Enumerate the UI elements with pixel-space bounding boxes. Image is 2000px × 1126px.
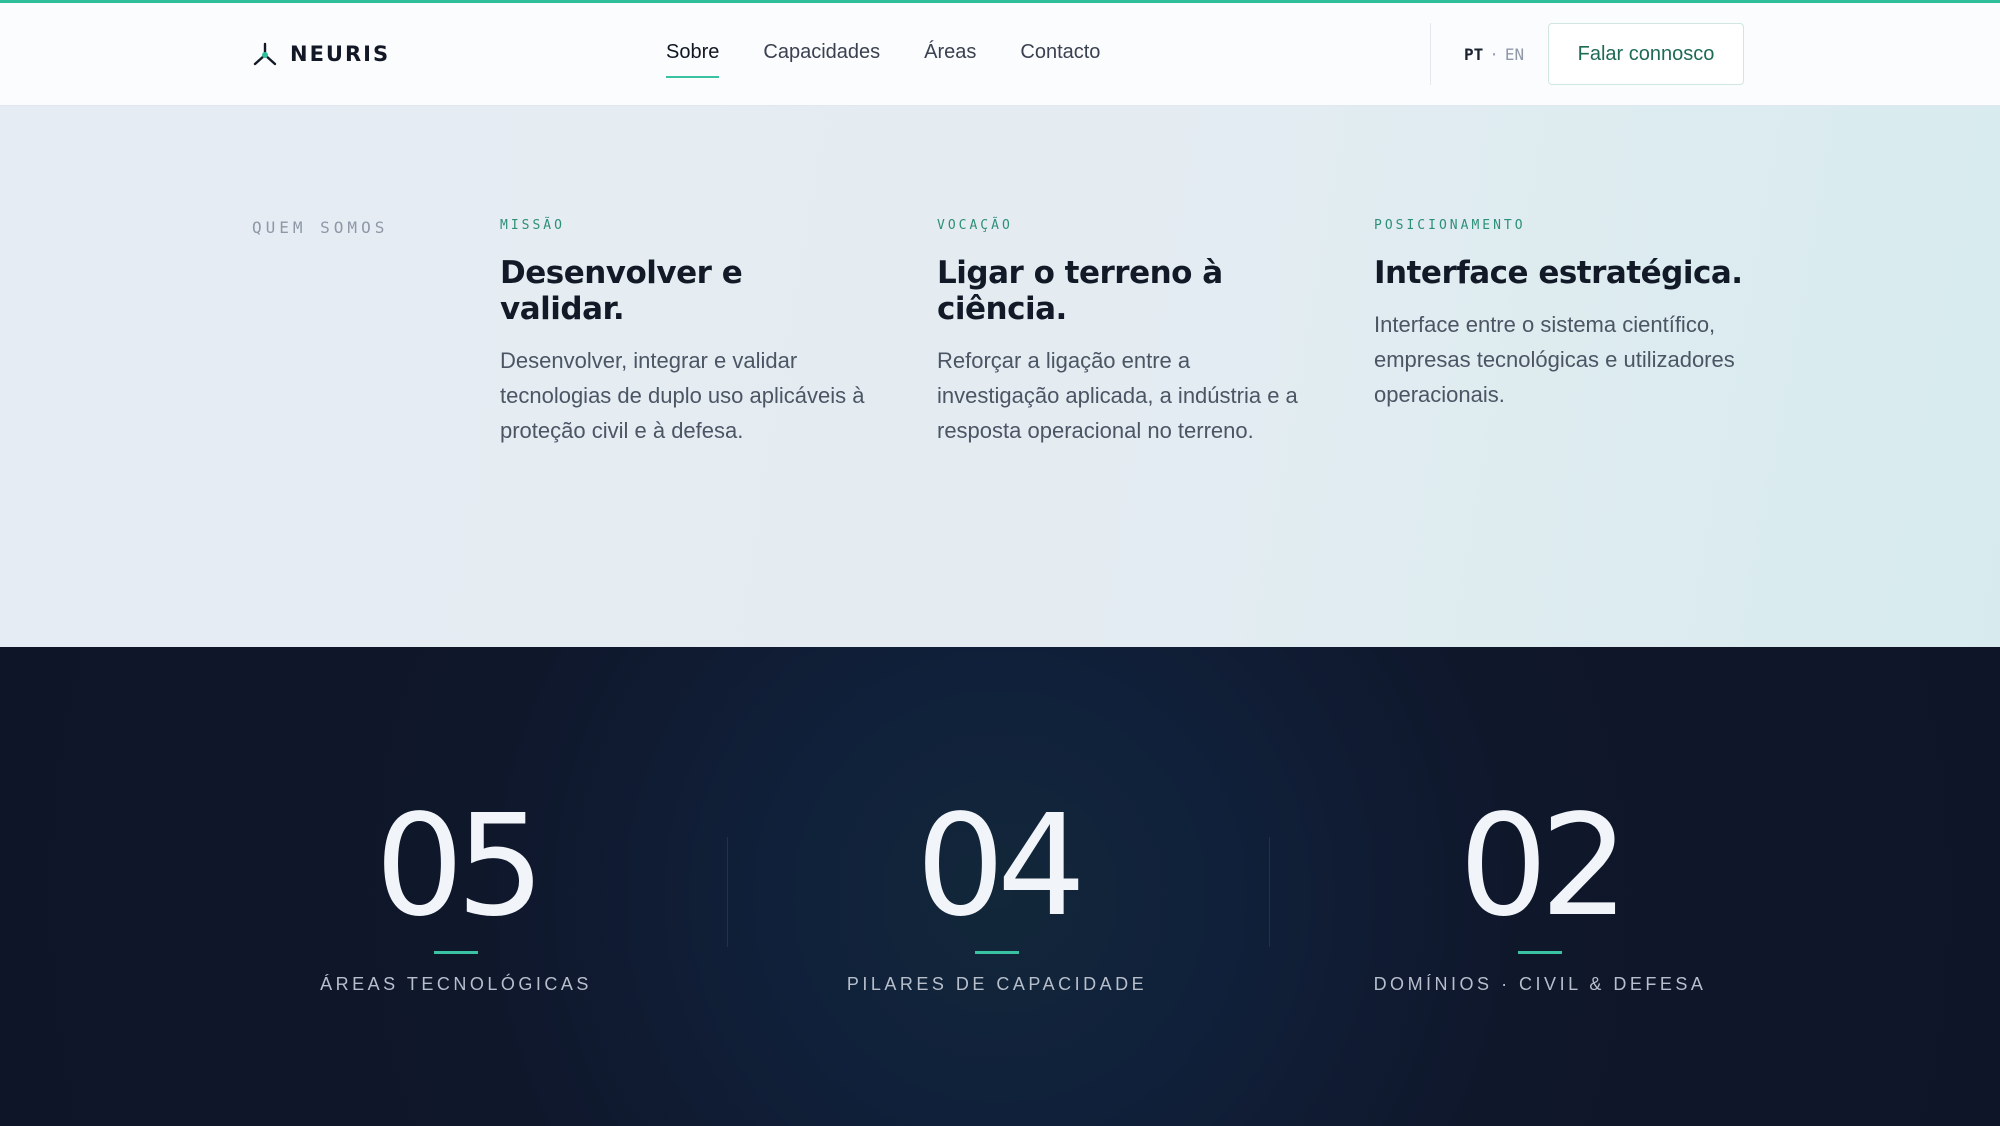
nav-item-sobre[interactable]: Sobre bbox=[666, 41, 720, 78]
stat-label: DOMÍNIOS · CIVIL & DEFESA bbox=[1373, 974, 1707, 994]
vocation-column: VOCAÇÃO Ligar o terreno à ciência. Refor… bbox=[937, 218, 1307, 448]
nav-item-capacidades[interactable]: Capacidades bbox=[763, 41, 880, 78]
stat-accent-bar bbox=[1518, 951, 1562, 954]
column-eyebrow: MISSÃO bbox=[500, 218, 565, 233]
lang-en[interactable]: EN bbox=[1505, 45, 1524, 64]
column-text: Reforçar a ligação entre a investigação … bbox=[937, 348, 1298, 443]
column-title: Desenvolver e validar. bbox=[500, 255, 743, 327]
section-label: QUEM SOMOS bbox=[252, 218, 389, 237]
column-eyebrow: POSICIONAMENTO bbox=[1374, 218, 1526, 233]
stat-accent-bar bbox=[434, 951, 478, 954]
mission-column: MISSÃO Desenvolver e validar. Desenvolve… bbox=[500, 218, 870, 448]
stat-number: 02 bbox=[1458, 785, 1629, 948]
logo[interactable]: NEURIS bbox=[252, 41, 390, 67]
main-nav: Sobre Capacidades Áreas Contacto bbox=[666, 41, 1100, 78]
stat-divider bbox=[727, 837, 728, 947]
lang-separator: · bbox=[1489, 45, 1499, 64]
logo-text: NEURIS bbox=[290, 42, 391, 66]
header-divider bbox=[1430, 23, 1431, 85]
lang-pt[interactable]: PT bbox=[1464, 45, 1483, 64]
positioning-column: POSICIONAMENTO Interface estratégica. In… bbox=[1374, 218, 1744, 412]
stat-pillars: 04 PILARES DE CAPACIDADE bbox=[787, 797, 1207, 995]
column-text: Desenvolver, integrar e validar tecnolog… bbox=[500, 348, 865, 443]
about-section: QUEM SOMOS MISSÃO Desenvolver e validar.… bbox=[0, 106, 2000, 647]
nav-item-contacto[interactable]: Contacto bbox=[1020, 41, 1100, 78]
logo-icon bbox=[253, 42, 277, 66]
column-title: Ligar o terreno à ciência. bbox=[937, 255, 1223, 327]
stat-number: 04 bbox=[915, 785, 1086, 948]
language-switcher: PT · EN bbox=[1464, 45, 1524, 64]
column-text: Interface entre o sistema científico, em… bbox=[1374, 312, 1735, 407]
contact-cta-button[interactable]: Falar connosco bbox=[1548, 23, 1744, 85]
stat-number: 05 bbox=[374, 785, 545, 948]
stat-accent-bar bbox=[975, 951, 1019, 954]
stat-domains: 02 DOMÍNIOS · CIVIL & DEFESA bbox=[1330, 797, 1750, 995]
site-header: NEURIS Sobre Capacidades Áreas Contacto … bbox=[0, 0, 2000, 106]
nav-item-areas[interactable]: Áreas bbox=[924, 41, 976, 78]
stat-areas: 05 ÁREAS TECNOLÓGICAS bbox=[246, 797, 666, 995]
stats-section: 05 ÁREAS TECNOLÓGICAS 04 PILARES DE CAPA… bbox=[0, 647, 2000, 1126]
stat-label: ÁREAS TECNOLÓGICAS bbox=[320, 974, 592, 994]
column-eyebrow: VOCAÇÃO bbox=[937, 218, 1013, 233]
column-title: Interface estratégica. bbox=[1374, 255, 1743, 291]
stat-label: PILARES DE CAPACIDADE bbox=[846, 974, 1148, 994]
stat-divider bbox=[1269, 837, 1270, 947]
